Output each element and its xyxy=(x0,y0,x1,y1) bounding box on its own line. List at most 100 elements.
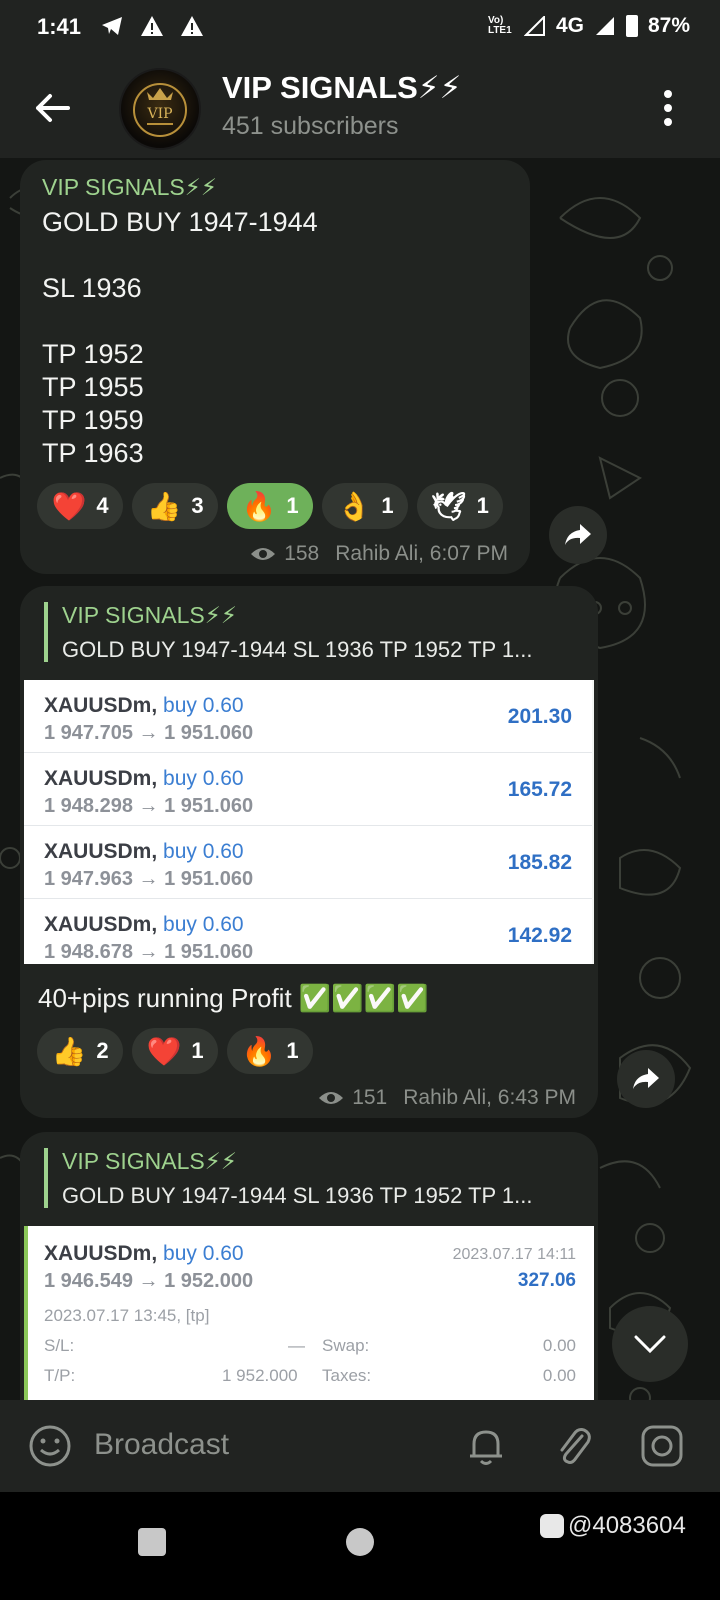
emoji-icon[interactable] xyxy=(28,1424,72,1468)
trade-prices: 1 946.549 → 1 952.000 xyxy=(44,1270,254,1292)
view-count: 158 xyxy=(284,542,320,565)
trade-prices: 1 947.963 → 1 951.060 xyxy=(44,868,254,890)
trade-side: buy 0.60 xyxy=(163,1242,244,1265)
camera-icon[interactable] xyxy=(640,1424,684,1468)
trade-row: XAUUSDm, buy 0.60 1 947.963 → 1 951.060 … xyxy=(24,826,592,900)
message-bubble[interactable]: VIP SIGNALS⚡⚡ GOLD BUY 1947-1944 SL 1936… xyxy=(20,586,598,1118)
trade-open-time: 2023.07.17 13:45, [tp] xyxy=(44,1306,210,1325)
bell-icon[interactable] xyxy=(466,1424,506,1468)
trade-close-time: 2023.07.17 14:11 xyxy=(452,1246,576,1263)
message-meta: 151 Rahib Ali, 6:43 PM xyxy=(318,1086,576,1110)
message-bubble[interactable]: VIP SIGNALS⚡⚡ GOLD BUY 1947-1944 SL 1936… xyxy=(20,1132,598,1428)
trade-side: buy 0.60 xyxy=(163,840,244,863)
reaction-count: 1 xyxy=(286,493,299,518)
reaction-heart[interactable]: ❤️ 1 xyxy=(132,1028,218,1074)
paperclip-icon[interactable] xyxy=(554,1424,594,1468)
reaction-thumbs-up[interactable]: 👍 3 xyxy=(132,483,218,529)
chat-area[interactable]: VIP SIGNALS⚡⚡ GOLD BUY 1947-1944 SL 1936… xyxy=(0,158,720,1428)
reaction-count: 1 xyxy=(381,493,394,518)
trade-profit: 142.92 xyxy=(507,924,572,947)
forward-button[interactable] xyxy=(617,1050,675,1108)
message-bubble[interactable]: VIP SIGNALS⚡⚡ GOLD BUY 1947-1944 SL 1936… xyxy=(20,160,530,574)
reaction-fire[interactable]: 🔥 1 xyxy=(227,483,313,529)
status-time: 1:41 xyxy=(37,14,82,39)
trade-symbol: XAUUSDm, xyxy=(44,840,158,863)
reaction-count: 1 xyxy=(476,493,489,518)
reply-sender: VIP SIGNALS⚡⚡ xyxy=(62,1148,238,1174)
taxes-value: 0.00 xyxy=(542,1366,576,1385)
view-count: 151 xyxy=(352,1086,388,1109)
views-eye-icon xyxy=(319,1092,344,1104)
trade-symbol: XAUUSDm, xyxy=(44,1242,158,1265)
reply-text: GOLD BUY 1947-1944 SL 1936 TP 1952 TP 1.… xyxy=(62,1183,533,1208)
subscriber-count: 451 subscribers xyxy=(222,112,399,140)
reply-quote[interactable]: VIP SIGNALS⚡⚡ GOLD BUY 1947-1944 SL 1936… xyxy=(44,602,532,662)
battery-level: 87% xyxy=(647,14,690,37)
channel-title[interactable]: VIP SIGNALS⚡⚡ xyxy=(222,70,461,106)
status-right: Vo) LTE1 4G 87% xyxy=(488,14,690,38)
ok-hand-emoji: 👌 xyxy=(336,490,372,522)
fire-emoji: 🔥 xyxy=(241,490,277,522)
signal-icon xyxy=(595,17,614,35)
thumbs-up-emoji: 👍 xyxy=(146,490,182,522)
back-arrow-icon[interactable] xyxy=(30,86,74,130)
composer-bar: Broadcast xyxy=(0,1400,720,1492)
trade-side: buy 0.60 xyxy=(163,913,244,936)
forward-arrow-icon xyxy=(633,1068,659,1089)
message-caption: 40+pips running Profit ✅✅✅✅ xyxy=(38,983,429,1013)
watermark: @4083604 xyxy=(540,1512,686,1540)
reaction-dove[interactable]: 🕊 1 xyxy=(417,483,503,529)
author-time: Rahib Ali, 6:43 PM xyxy=(403,1086,576,1109)
reaction-heart[interactable]: ❤️ 4 xyxy=(37,483,123,529)
dove-emoji: 🕊 xyxy=(431,490,467,522)
trade-prices: 1 948.298 → 1 951.060 xyxy=(44,795,254,817)
system-nav-bar: @4083604 xyxy=(0,1492,720,1600)
trade-symbol: XAUUSDm, xyxy=(44,694,158,717)
volte-indicator: Vo) LTE1 xyxy=(487,15,512,36)
trade-detail-screenshot[interactable]: XAUUSDm, buy 0.60 1 946.549 → 1 952.000 … xyxy=(24,1226,594,1402)
trade-profit: 201.30 xyxy=(507,705,572,728)
trade-prices: 1 947.705 → 1 951.060 xyxy=(44,722,254,744)
trade-side: buy 0.60 xyxy=(163,767,244,790)
thumbs-up-emoji: 👍 xyxy=(51,1035,87,1067)
signal-icon xyxy=(523,16,545,36)
reaction-ok-hand[interactable]: 👌 1 xyxy=(322,483,408,529)
chat-header: VIP VIP SIGNALS⚡⚡ 451 subscribers xyxy=(0,54,720,158)
message-text: GOLD BUY 1947-1944 SL 1936 TP 1952 TP 19… xyxy=(42,207,318,468)
broadcast-input[interactable]: Broadcast xyxy=(94,1428,229,1462)
status-bar: 1:41 Vo) LTE1 4G 87% xyxy=(0,0,720,54)
recents-button[interactable] xyxy=(138,1528,166,1556)
reaction-count: 3 xyxy=(191,493,204,518)
scroll-to-bottom-button[interactable] xyxy=(612,1306,688,1382)
heart-emoji: ❤️ xyxy=(146,1035,182,1067)
reaction-bar: ❤️ 4 👍 3 🔥 1 👌 1 🕊 1 xyxy=(37,483,503,529)
trade-screenshot[interactable]: XAUUSDm, buy 0.60 1 947.705 → 1 951.060 … xyxy=(24,680,594,964)
reaction-fire[interactable]: 🔥 1 xyxy=(227,1028,313,1074)
message-sender: VIP SIGNALS⚡⚡ xyxy=(42,174,218,200)
reply-quote[interactable]: VIP SIGNALS⚡⚡ GOLD BUY 1947-1944 SL 1936… xyxy=(44,1148,532,1208)
tp-value: 1 952.000 xyxy=(222,1366,298,1385)
reaction-bar: 👍 2 ❤️ 1 🔥 1 xyxy=(37,1028,313,1074)
trade-prices: 1 948.678 → 1 951.060 xyxy=(44,941,254,963)
warning-icon xyxy=(141,16,164,37)
home-button[interactable] xyxy=(346,1528,374,1556)
warning-icon xyxy=(181,16,204,37)
trade-profit: 165.72 xyxy=(507,778,572,801)
reaction-thumbs-up[interactable]: 👍 2 xyxy=(37,1028,123,1074)
fire-emoji: 🔥 xyxy=(241,1035,277,1067)
app-logo-icon xyxy=(540,1514,564,1538)
status-notification-icons xyxy=(100,12,204,38)
crown-logo-icon: VIP xyxy=(133,83,187,137)
reaction-count: 4 xyxy=(96,493,109,518)
trade-symbol: XAUUSDm, xyxy=(44,913,158,936)
more-options-icon[interactable] xyxy=(662,88,674,128)
channel-avatar[interactable]: VIP xyxy=(119,68,201,150)
forward-button[interactable] xyxy=(549,506,607,564)
sl-value: — xyxy=(288,1336,305,1355)
swap-label: Swap: xyxy=(322,1336,370,1355)
taxes-label: Taxes: xyxy=(322,1366,372,1385)
network-type: 4G xyxy=(555,14,584,37)
trade-side: buy 0.60 xyxy=(163,694,244,717)
trade-row: XAUUSDm, buy 0.60 1 947.705 → 1 951.060 … xyxy=(24,680,592,754)
sl-label: S/L: xyxy=(44,1336,75,1355)
